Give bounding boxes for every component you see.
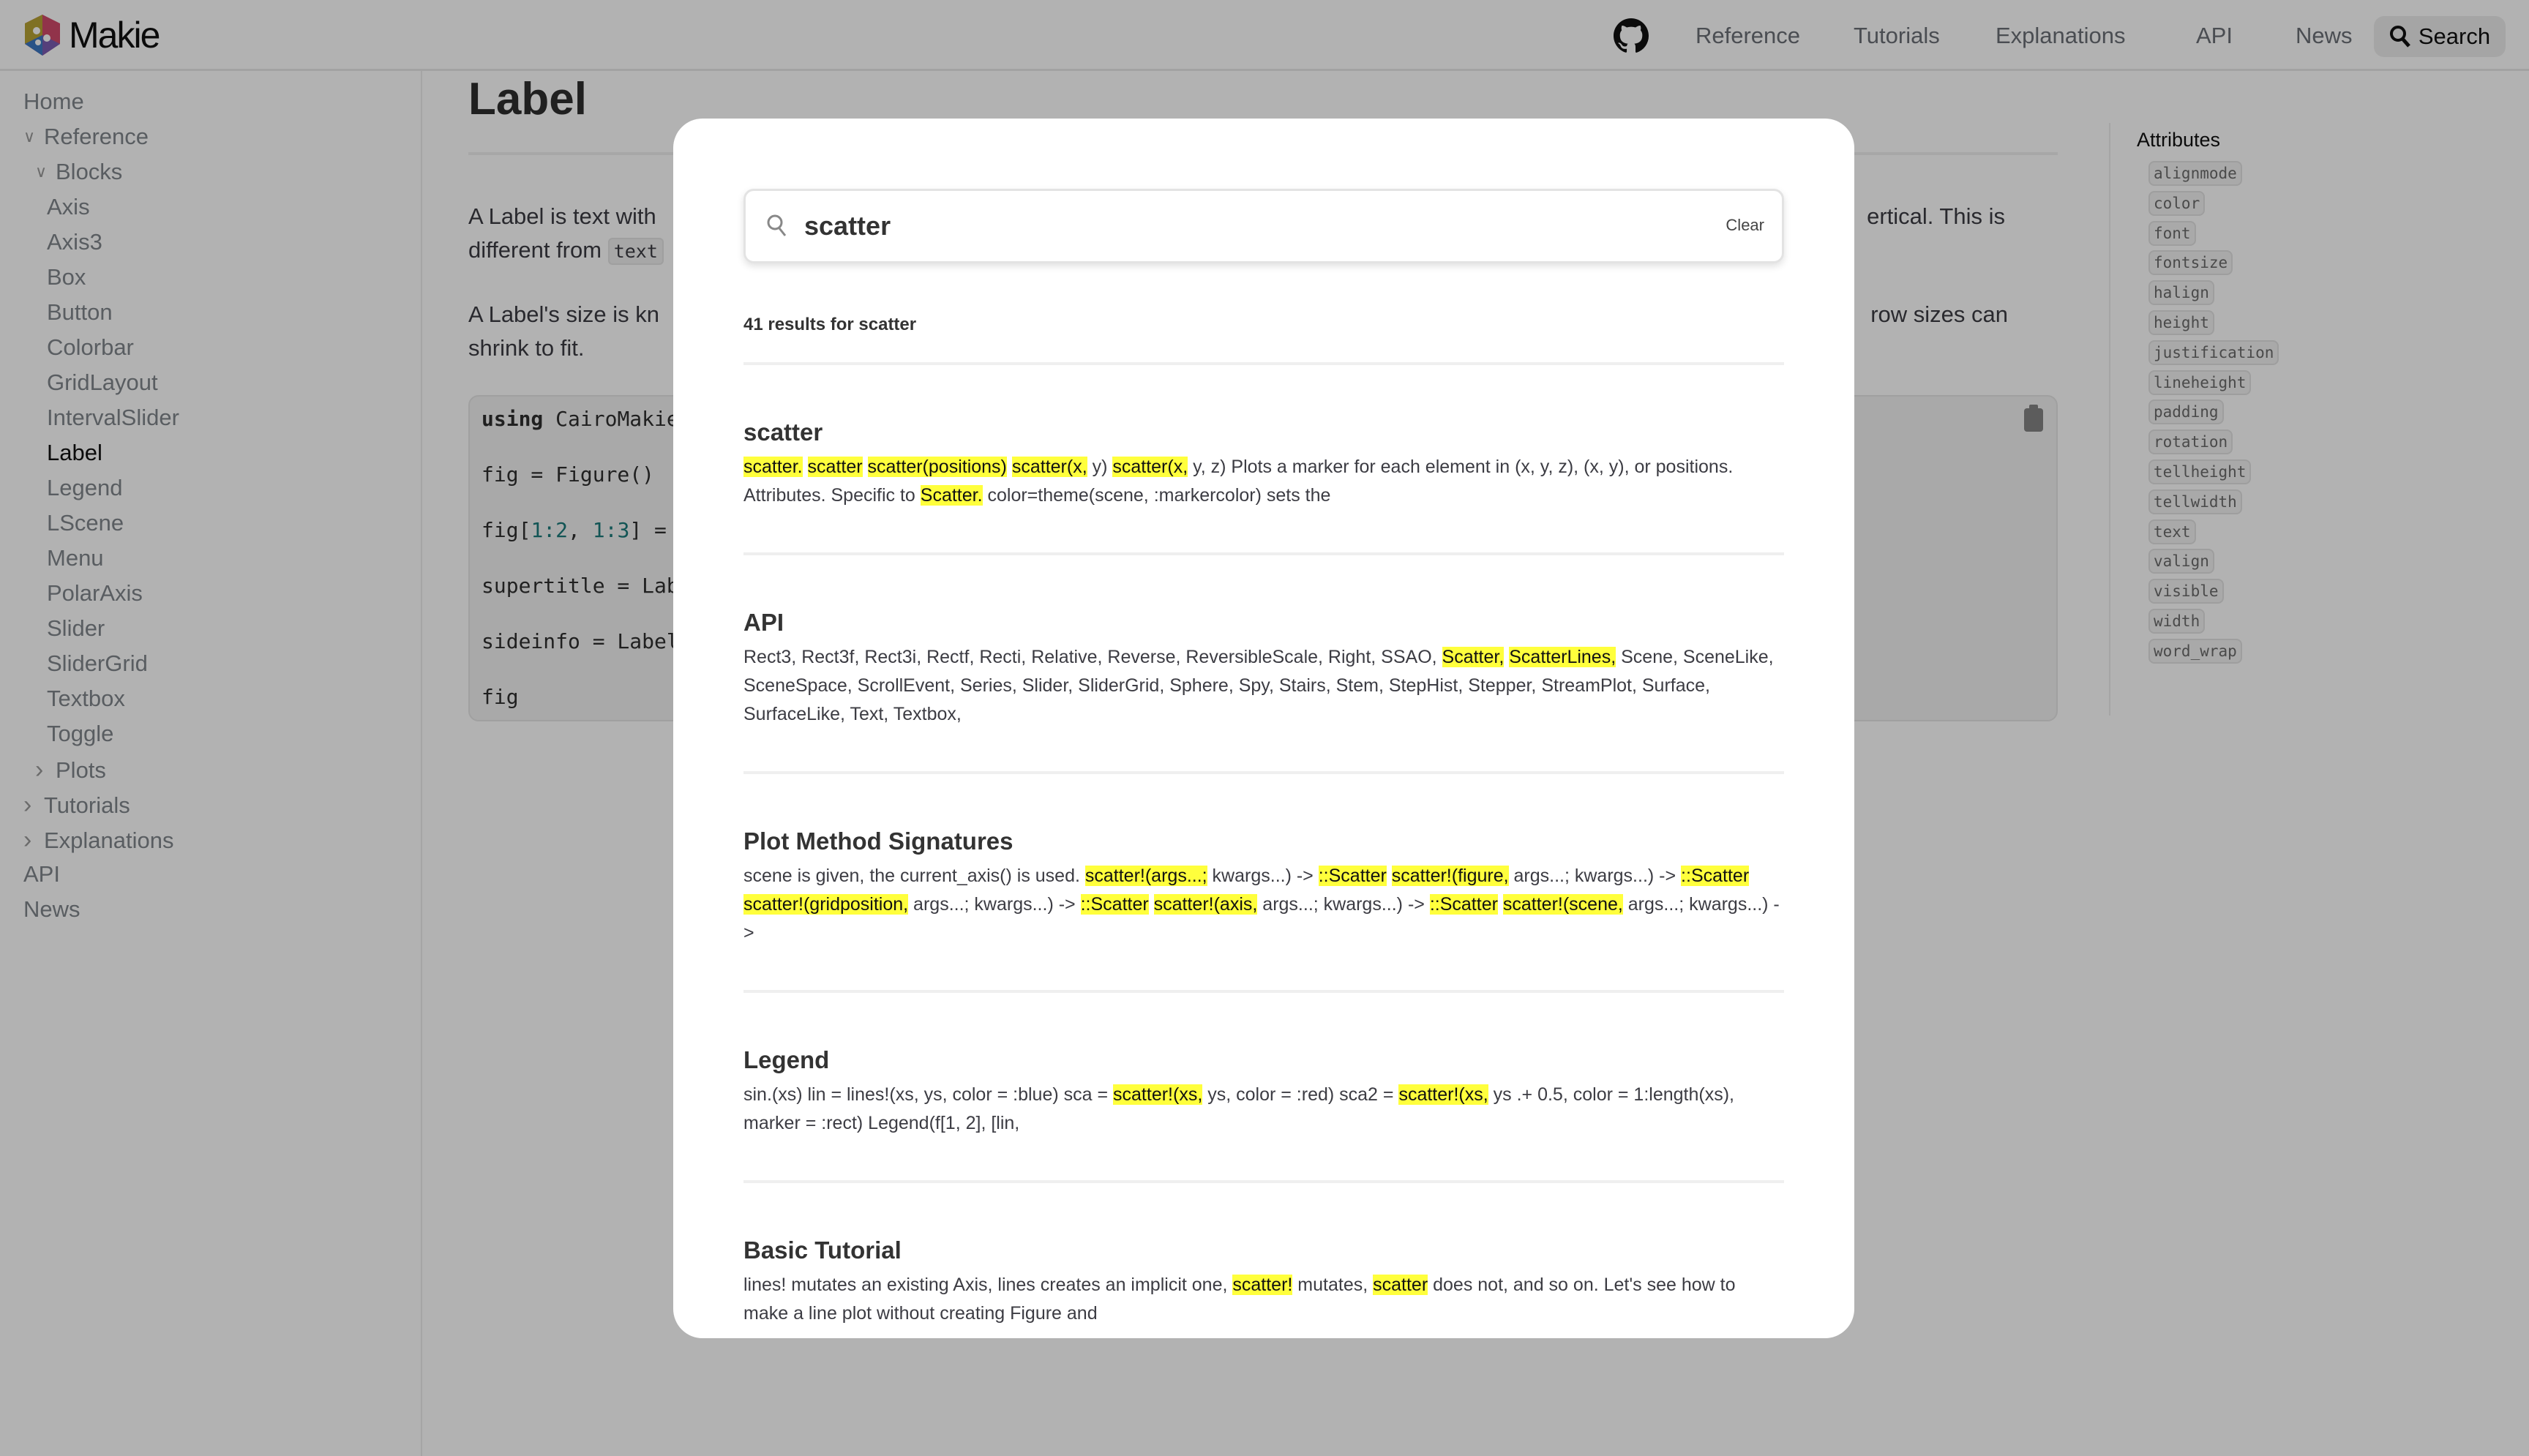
highlight-match: scatter!(args...;	[1084, 866, 1207, 886]
snippet-text: args...; kwargs...) ->	[1508, 866, 1682, 886]
snippet-text	[1387, 866, 1392, 886]
snippet-text: scene is given, the current_axis() is us…	[743, 866, 1085, 886]
snippet-text: args...; kwargs...) ->	[1257, 894, 1430, 915]
snippet-text: mutates,	[1292, 1275, 1374, 1295]
snippet-text	[1007, 457, 1012, 477]
snippet-text: args...; kwargs...) ->	[908, 894, 1081, 915]
search-result[interactable]: scatter scatter. scatter scatter(position…	[743, 365, 1784, 555]
highlight-match: ScatterLines,	[1509, 647, 1616, 667]
result-title: Plot Method Signatures	[743, 828, 1014, 855]
result-snippet: Rect3, Rect3f, Rect3i, Rectf, Recti, Rel…	[743, 643, 1784, 729]
highlight-match: scatter!(xs,	[1398, 1084, 1488, 1105]
snippet-text	[1149, 894, 1154, 915]
highlight-match: scatter!(figure,	[1391, 866, 1509, 886]
result-count: 41 results for scatter	[743, 315, 917, 334]
search-input[interactable]	[804, 211, 1682, 241]
highlight-match: scatter!(axis,	[1153, 894, 1258, 915]
search-icon	[767, 214, 787, 236]
highlight-match: ::Scatter	[1318, 866, 1387, 886]
search-result[interactable]: Plot Method Signatures scene is given, th…	[743, 774, 1784, 993]
snippet-text: lines! mutates an existing Axis, lines c…	[743, 1275, 1233, 1295]
search-result[interactable]: Basic Tutorial lines! mutates an existing…	[743, 1183, 1784, 1338]
highlight-match: scatter(x,	[1112, 457, 1188, 477]
result-title: scatter	[743, 419, 823, 446]
snippet-text: sin.(xs) lin = lines!(xs, ys, color = :b…	[743, 1084, 1114, 1105]
result-snippet: scatter. scatter scatter(positions) scat…	[743, 453, 1784, 510]
result-title: Basic Tutorial	[743, 1237, 902, 1264]
highlight-match: Scatter.	[920, 485, 983, 506]
search-modal: Clear 41 results for scatter scatterscat…	[673, 119, 1854, 1338]
highlight-match: scatter!(xs,	[1113, 1084, 1203, 1105]
highlight-match: scatter(positions)	[867, 457, 1007, 477]
highlight-match: scatter.	[743, 457, 803, 477]
highlight-match: scatter	[807, 457, 863, 477]
result-snippet: lines! mutates an existing Axis, lines c…	[743, 1271, 1784, 1328]
result-snippet: sin.(xs) lin = lines!(xs, ys, color = :b…	[743, 1081, 1784, 1138]
highlight-match: ::Scatter	[1429, 894, 1498, 915]
search-result[interactable]: API Rect3, Rect3f, Rect3i, Rectf, Recti, …	[743, 555, 1784, 774]
result-title: Legend	[743, 1046, 830, 1073]
highlight-match: scatter(x,	[1011, 457, 1087, 477]
highlight-match: scatter!(scene,	[1502, 894, 1623, 915]
highlight-match: ::Scatter	[1080, 894, 1149, 915]
search-field: Clear	[743, 189, 1784, 263]
highlight-match: scatter!	[1232, 1275, 1293, 1295]
snippet-text	[803, 457, 808, 477]
snippet-text: y)	[1087, 457, 1113, 477]
snippet-text: Rect3, Rect3f, Rect3i, Rectf, Recti, Rel…	[743, 647, 1442, 667]
snippet-text: kwargs...) ->	[1207, 866, 1319, 886]
highlight-match: ::Scatter	[1681, 866, 1750, 886]
highlight-match: scatter	[1373, 1275, 1428, 1295]
clear-button[interactable]: Clear	[1726, 216, 1764, 235]
snippet-text: ys, color = :red) sca2 =	[1202, 1084, 1399, 1105]
snippet-text: color=theme(scene, :markercolor) sets th…	[982, 485, 1331, 506]
result-snippet: scene is given, the current_axis() is us…	[743, 862, 1784, 947]
search-result[interactable]: Legend sin.(xs) lin = lines!(xs, ys, colo…	[743, 993, 1784, 1183]
snippet-text	[863, 457, 868, 477]
highlight-match: Scatter,	[1442, 647, 1505, 667]
search-results: scatter scatter. scatter scatter(position…	[743, 362, 1784, 1338]
snippet-text	[1498, 894, 1503, 915]
result-title: API	[743, 609, 784, 636]
highlight-match: scatter!(gridposition,	[743, 894, 909, 915]
